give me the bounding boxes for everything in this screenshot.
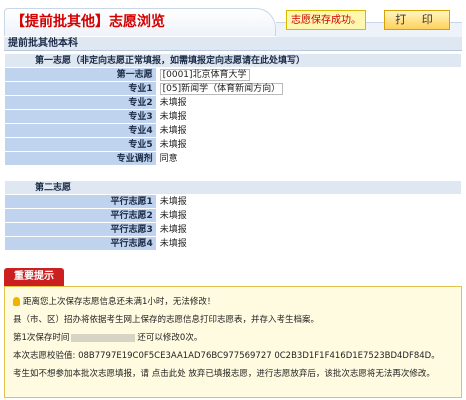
- row-value: 未填报: [155, 194, 463, 209]
- remaining-edits: 还可以修改0次。: [137, 333, 203, 343]
- row-label: 平行志愿3: [4, 222, 157, 237]
- table-row: 平行志愿2 未填报: [4, 208, 463, 223]
- table-row: 专业4 未填报: [4, 123, 463, 138]
- row-value: [05]新闻学（体育新闻方向）: [159, 82, 284, 95]
- row-value: 未填报: [155, 208, 463, 223]
- lightbulb-icon: [13, 297, 20, 306]
- row-label: 专业5: [4, 137, 157, 152]
- row-label: 专业4: [4, 123, 157, 138]
- table-row: 专业3 未填报: [4, 109, 463, 124]
- row-label: 平行志愿1: [4, 194, 157, 209]
- first-choice-heading-row: 第一志愿（非定向志愿正常填报，如需填报定向志愿请在此处填写）: [4, 53, 462, 68]
- row-label: 平行志愿2: [4, 208, 157, 223]
- notice-line: 第1次保存时间 还可以修改0次。: [13, 331, 202, 343]
- row-value: 未填报: [155, 222, 463, 237]
- row-value: 未填报: [155, 123, 463, 138]
- table-row: 专业1 [05]新闻学（体育新闻方向）: [4, 81, 463, 96]
- second-choice-heading: 第二志愿: [4, 180, 462, 195]
- section-title: 提前批其他本科: [4, 37, 462, 51]
- row-label: 平行志愿4: [4, 236, 157, 251]
- notice-title: 重要提示: [4, 268, 64, 286]
- row-label: 专业调剂: [4, 151, 157, 166]
- second-choice-heading-row: 第二志愿: [4, 180, 462, 195]
- row-label: 专业3: [4, 109, 157, 124]
- checksum-value: 08B7797E19C0F5CE3AA1AD76BC977569727 0C2B…: [78, 351, 440, 361]
- row-value: 未填报: [155, 236, 463, 251]
- checksum-label: 本次志愿校验值:: [13, 351, 76, 361]
- save-time-label: 第1次保存时间: [13, 333, 70, 343]
- save-success-message: 志愿保存成功。: [286, 10, 366, 30]
- row-label: 专业1: [4, 81, 157, 96]
- table-row: 平行志愿3 未填报: [4, 222, 463, 237]
- table-row: 平行志愿1 未填报: [4, 194, 463, 209]
- table-row: 第一志愿 [0001]北京体育大学: [4, 67, 463, 82]
- second-choice-table: 第二志愿 平行志愿1 未填报 平行志愿2 未填报 平行志愿3 未填报 平行志愿4…: [4, 180, 463, 251]
- row-label: 第一志愿: [4, 67, 157, 82]
- row-value: 未填报: [155, 95, 463, 110]
- first-choice-table: 第一志愿（非定向志愿正常填报，如需填报定向志愿请在此处填写） 第一志愿 [000…: [4, 53, 463, 166]
- notice-line: 距离您上次保存志愿信息还未满1小时，无法修改！: [13, 295, 215, 307]
- first-choice-heading: 第一志愿（非定向志愿正常填报，如需填报定向志愿请在此处填写）: [4, 53, 462, 68]
- notice-line-1: 距离您上次保存志愿信息还未满1小时，无法修改！: [23, 297, 216, 307]
- row-value: 同意: [155, 151, 463, 166]
- page-title: 【提前批其他】志愿浏览: [4, 8, 276, 36]
- table-row: 专业2 未填报: [4, 95, 463, 110]
- row-value: 未填报: [155, 109, 463, 124]
- notice-line-2: 县（市、区）招办将依据考生网上保存的志愿信息打印志愿表，并存入考生档案。: [13, 315, 320, 325]
- table-row: 专业5 未填报: [4, 137, 463, 152]
- notice-line-5: 考生如不想参加本批次志愿填报，请 点击此处 放弃已填报志愿，进行志愿放弃后，该批…: [13, 369, 435, 379]
- notice-line: 本次志愿校验值: 08B7797E19C0F5CE3AA1AD76BC97756…: [13, 349, 440, 361]
- redacted-time: [71, 333, 136, 342]
- row-label: 专业2: [4, 95, 157, 110]
- row-value: [0001]北京体育大学: [159, 68, 250, 81]
- header: 【提前批其他】志愿浏览 志愿保存成功。 打 印: [4, 6, 462, 37]
- row-value: 未填报: [155, 137, 463, 152]
- table-row: 平行志愿4 未填报: [4, 236, 463, 251]
- print-button[interactable]: 打 印: [384, 10, 450, 30]
- table-row: 专业调剂 同意: [4, 151, 463, 166]
- notice-body: 距离您上次保存志愿信息还未满1小时，无法修改！ 县（市、区）招办将依据考生网上保…: [4, 286, 462, 398]
- important-notice: 重要提示 距离您上次保存志愿信息还未满1小时，无法修改！ 县（市、区）招办将依据…: [4, 268, 462, 398]
